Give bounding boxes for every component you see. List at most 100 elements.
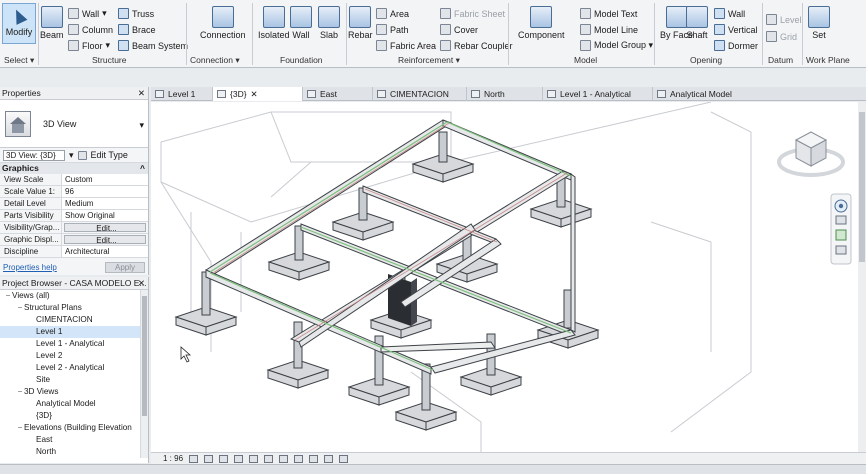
analytical-model-icon[interactable] bbox=[339, 454, 349, 463]
isolated-foundation-button[interactable]: Isolated bbox=[258, 6, 290, 40]
close-icon[interactable]: ✕ bbox=[251, 87, 258, 101]
shadows-icon[interactable] bbox=[234, 454, 244, 463]
type-selector[interactable]: 3D View ▾ bbox=[0, 100, 148, 148]
collapse-toggle-icon[interactable]: − bbox=[16, 422, 24, 434]
brace-button[interactable]: Brace bbox=[118, 24, 156, 35]
detail-level-icon[interactable] bbox=[189, 454, 199, 463]
property-row[interactable]: Graphic Displ... Edit... bbox=[0, 234, 148, 246]
browser-item[interactable]: East bbox=[0, 434, 148, 446]
connection-button[interactable]: Connection bbox=[200, 6, 246, 40]
pan-icon[interactable] bbox=[835, 215, 847, 225]
rebar-coupler-button[interactable]: Rebar Coupler bbox=[440, 40, 513, 51]
scrollbar-thumb[interactable] bbox=[142, 296, 147, 416]
crop-view-icon[interactable] bbox=[264, 454, 274, 463]
fabric-sheet-button[interactable]: Fabric Sheet bbox=[440, 8, 505, 19]
vertical-opening-button[interactable]: Vertical bbox=[714, 24, 758, 35]
sun-path-icon[interactable] bbox=[219, 454, 229, 463]
property-row[interactable]: Parts Visibility Show Original bbox=[0, 210, 148, 222]
property-row[interactable]: Visibility/Grap... Edit... bbox=[0, 222, 148, 234]
property-row[interactable]: Discipline Architectural bbox=[0, 246, 148, 258]
visual-style-icon[interactable] bbox=[204, 454, 214, 463]
dormer-button[interactable]: Dormer bbox=[714, 40, 758, 51]
modify-button[interactable]: Modify bbox=[2, 3, 36, 44]
property-value[interactable]: Architectural bbox=[62, 246, 148, 257]
wall-button[interactable]: Wall ▾ bbox=[68, 8, 107, 19]
truss-button[interactable]: Truss bbox=[118, 8, 154, 19]
browser-item[interactable]: Level 2 bbox=[0, 350, 148, 362]
rebar-button[interactable]: Rebar bbox=[348, 6, 373, 40]
browser-item[interactable]: Level 1 - Analytical bbox=[0, 338, 148, 350]
wall-opening-button[interactable]: Wall bbox=[714, 8, 745, 19]
browser-item[interactable]: CIMENTACION bbox=[0, 314, 148, 326]
model-text-button[interactable]: Model Text bbox=[580, 8, 637, 19]
level-button[interactable]: Level bbox=[766, 14, 802, 25]
view-tab[interactable]: East bbox=[303, 87, 373, 101]
orbit-icon[interactable] bbox=[835, 245, 847, 255]
view-tab[interactable]: Analytical Model bbox=[653, 87, 743, 101]
browser-item[interactable]: North bbox=[0, 446, 148, 458]
property-value[interactable]: 96 bbox=[62, 186, 148, 197]
browser-item[interactable]: −3D Views bbox=[0, 386, 148, 398]
grid-button[interactable]: Grid bbox=[766, 31, 797, 42]
beam-button[interactable]: Beam bbox=[40, 6, 64, 40]
collapse-toggle-icon[interactable]: − bbox=[16, 386, 24, 398]
component-button[interactable]: Component bbox=[518, 6, 565, 40]
browser-item[interactable]: Site bbox=[0, 374, 148, 386]
zoom-icon[interactable] bbox=[835, 229, 847, 241]
temporary-hide-icon[interactable] bbox=[309, 454, 319, 463]
slab-button[interactable]: Slab bbox=[318, 6, 340, 40]
3d-viewport[interactable] bbox=[151, 102, 866, 452]
instance-filter-select[interactable]: 3D View: {3D} bbox=[3, 149, 65, 161]
view-tab[interactable]: {3D} ✕ bbox=[213, 87, 303, 101]
close-icon[interactable]: ✕ bbox=[138, 277, 145, 290]
property-value[interactable]: Medium bbox=[62, 198, 148, 209]
browser-item[interactable]: − Structural Plans bbox=[0, 302, 148, 314]
close-icon[interactable]: ✕ bbox=[138, 87, 145, 100]
select-menu[interactable]: Select ▾ bbox=[4, 55, 34, 66]
browser-item[interactable]: {3D} bbox=[0, 410, 148, 422]
floor-button[interactable]: Floor ▾ bbox=[68, 40, 110, 51]
column-button[interactable]: Column bbox=[68, 24, 113, 35]
edit-type-button[interactable]: Edit Type bbox=[91, 150, 128, 160]
area-button[interactable]: Area bbox=[376, 8, 409, 19]
view-tab[interactable]: Level 1 bbox=[151, 87, 213, 101]
apply-button[interactable]: Apply bbox=[104, 261, 145, 273]
wall-foundation-button[interactable]: Wall bbox=[290, 6, 312, 40]
set-work-plane-button[interactable]: Set bbox=[808, 6, 830, 40]
cover-button[interactable]: Cover bbox=[440, 24, 478, 35]
render-icon[interactable] bbox=[249, 454, 259, 463]
shaft-button[interactable]: Shaft bbox=[686, 6, 708, 40]
collapse-toggle-icon[interactable]: − bbox=[16, 302, 24, 314]
view-tab[interactable]: CIMENTACION bbox=[373, 87, 467, 101]
browser-item[interactable]: − Elevations (Building Elevation bbox=[0, 422, 148, 434]
browser-scrollbar[interactable] bbox=[140, 290, 148, 458]
beam-system-button[interactable]: Beam System bbox=[118, 40, 188, 51]
browser-item[interactable]: Level 2 - Analytical bbox=[0, 362, 148, 374]
reinforcement-panel-title[interactable]: Reinforcement ▾ bbox=[398, 55, 460, 66]
graphics-group-header[interactable]: Graphics ^ bbox=[0, 163, 148, 174]
properties-help-link[interactable]: Properties help bbox=[3, 263, 57, 272]
property-value[interactable]: Custom bbox=[62, 174, 148, 185]
browser-item[interactable]: Analytical Model bbox=[0, 398, 148, 410]
browser-item[interactable]: − Views (all) bbox=[0, 290, 148, 302]
lock-view-icon[interactable] bbox=[294, 454, 304, 463]
model-group-button[interactable]: Model Group ▾ bbox=[580, 40, 653, 51]
property-row[interactable]: Detail Level Medium bbox=[0, 198, 148, 210]
model-line-button[interactable]: Model Line bbox=[580, 24, 638, 35]
view-tab[interactable]: North bbox=[467, 87, 543, 101]
navigation-bar[interactable] bbox=[830, 193, 852, 265]
view-scale[interactable]: 1 : 96 bbox=[163, 454, 183, 463]
view-tab[interactable]: Level 1 - Analytical bbox=[543, 87, 653, 101]
browser-item[interactable]: Level 1 bbox=[0, 326, 148, 338]
property-row[interactable]: Scale Value 1: 96 bbox=[0, 186, 148, 198]
fabric-area-button[interactable]: Fabric Area bbox=[376, 40, 436, 51]
show-crop-icon[interactable] bbox=[279, 454, 289, 463]
collapse-toggle-icon[interactable]: − bbox=[4, 290, 12, 302]
viewcube[interactable] bbox=[777, 131, 845, 177]
property-value[interactable]: Show Original bbox=[62, 210, 148, 221]
connection-panel-title[interactable]: Connection ▾ bbox=[190, 55, 240, 66]
reveal-hidden-icon[interactable] bbox=[324, 454, 334, 463]
edit-button[interactable]: Edit... bbox=[64, 235, 146, 244]
path-button[interactable]: Path bbox=[376, 24, 409, 35]
edit-button[interactable]: Edit... bbox=[64, 223, 146, 232]
